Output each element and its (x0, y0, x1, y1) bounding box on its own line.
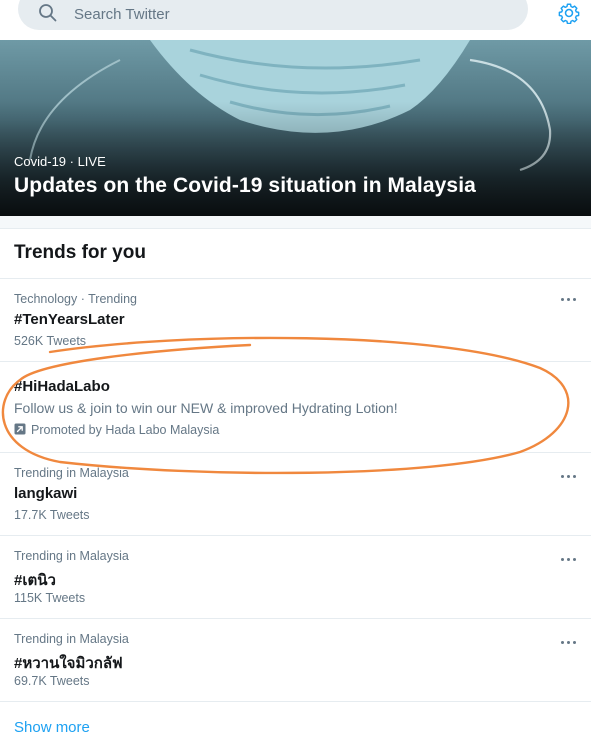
trend-context: Trending in Malaysia (14, 466, 129, 480)
trend-item[interactable]: Trending in Malaysia #เตนิว 115K Tweets (0, 536, 591, 618)
promoted-trend-name: #HiHadaLabo (14, 378, 110, 395)
trend-item[interactable]: Technology · Trending #TenYearsLater 526… (0, 279, 591, 361)
section-divider (0, 216, 591, 229)
promoted-description: Follow us & join to win our NEW & improv… (14, 400, 398, 416)
trend-tweet-count: 526K Tweets (14, 334, 87, 348)
trend-item[interactable]: Trending in Malaysia langkawi 17.7K Twee… (0, 453, 591, 535)
trend-item[interactable]: Trending in Malaysia #หวานใจมิวกลัฟ 69.7… (0, 619, 591, 701)
gear-icon[interactable] (558, 2, 580, 24)
trend-tweet-count: 115K Tweets (14, 591, 86, 605)
covid-banner[interactable]: Covid-19 · LIVE Updates on the Covid-19 … (0, 40, 591, 216)
more-dots-icon[interactable] (561, 295, 579, 305)
show-more-link[interactable]: Show more (14, 719, 90, 736)
more-dots-icon[interactable] (561, 638, 579, 648)
trend-context: Technology · Trending (14, 292, 137, 306)
banner-title: Updates on the Covid-19 situation in Mal… (14, 174, 476, 197)
promoted-arrow-icon (14, 423, 26, 435)
trends-heading: Trends for you (14, 242, 146, 263)
more-dots-icon[interactable] (561, 555, 579, 565)
more-dots-icon[interactable] (561, 472, 579, 482)
trend-name: #TenYearsLater (14, 311, 125, 328)
promoted-by-label: Promoted by Hada Labo Malaysia (31, 423, 220, 437)
search-icon (39, 4, 57, 22)
trend-context: Trending in Malaysia (14, 632, 129, 646)
search-input[interactable] (74, 4, 494, 24)
divider (0, 701, 591, 702)
promoted-trend[interactable]: #HiHadaLabo Follow us & join to win our … (0, 362, 591, 452)
trend-context: Trending in Malaysia (14, 549, 129, 563)
promoted-by: Promoted by Hada Labo Malaysia (14, 423, 219, 437)
banner-category: Covid-19 · LIVE (14, 154, 106, 169)
trend-tweet-count: 69.7K Tweets (14, 674, 90, 688)
trend-name: langkawi (14, 485, 78, 502)
top-bar (0, 0, 591, 40)
trend-name: #หวานใจมิวกลัฟ (14, 655, 123, 672)
trend-tweet-count: 17.7K Tweets (14, 508, 90, 522)
trend-name: #เตนิว (14, 572, 56, 589)
